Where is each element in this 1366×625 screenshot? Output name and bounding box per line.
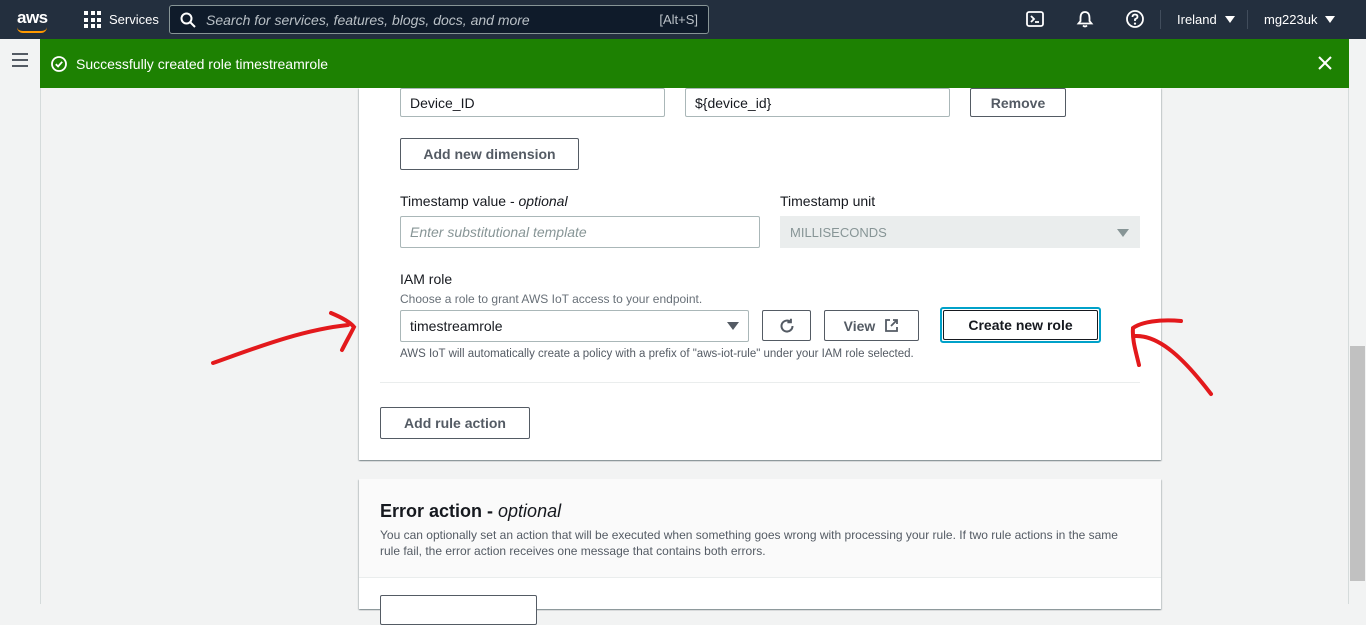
search-icon <box>180 12 196 28</box>
grid-icon <box>84 11 101 28</box>
add-rule-action-button[interactable]: Add rule action <box>380 407 530 439</box>
remove-dimension-button[interactable]: Remove <box>970 88 1066 117</box>
iam-role-select[interactable]: timestreamrole <box>400 310 749 342</box>
iam-role-label: IAM role <box>400 271 453 287</box>
error-action-header: Error action - optional You can optional… <box>359 479 1161 578</box>
chevron-down-icon <box>727 322 739 330</box>
aws-logo-smile <box>17 27 47 33</box>
aws-logo[interactable]: aws <box>17 8 48 28</box>
account-menu[interactable]: mg223uk <box>1264 12 1336 27</box>
top-navigation: aws Services Search for services, featur… <box>0 0 1366 39</box>
close-icon[interactable] <box>1316 54 1334 72</box>
annotation-arrow-left <box>211 323 350 365</box>
cloudshell-icon[interactable] <box>1025 9 1045 29</box>
add-new-dimension-button[interactable]: Add new dimension <box>400 138 579 170</box>
hamburger-menu-icon[interactable] <box>12 53 28 67</box>
error-action-title: Error action - optional <box>380 501 562 521</box>
external-link-icon <box>885 319 899 332</box>
search-shortcut: [Alt+S] <box>659 12 698 27</box>
rule-action-card: Device_ID ${device_id} Remove Add new di… <box>359 88 1161 460</box>
refresh-roles-button[interactable] <box>762 310 811 341</box>
timestamp-value-label: Timestamp value - optional <box>400 193 568 209</box>
nav-divider <box>1247 10 1248 29</box>
flash-message: Successfully created role timestreamrole <box>76 55 329 72</box>
iam-role-note: AWS IoT will automatically create a poli… <box>400 348 914 360</box>
timestamp-unit-label: Timestamp unit <box>780 193 876 209</box>
search-placeholder: Search for services, features, blogs, do… <box>206 11 530 28</box>
region-label: Ireland <box>1177 12 1217 27</box>
error-action-description: You can optionally set an action that wi… <box>380 528 1118 558</box>
success-flashbar: Successfully created role timestreamrole <box>40 39 1349 88</box>
caret-down-icon <box>1325 16 1336 23</box>
refresh-icon <box>780 318 794 333</box>
content-border-left <box>40 39 41 604</box>
iam-role-value: timestreamrole <box>410 318 503 334</box>
scrollbar-thumb[interactable] <box>1350 346 1365 581</box>
success-check-icon <box>51 55 67 72</box>
create-new-role-button[interactable]: Create new role <box>943 310 1098 340</box>
help-icon[interactable] <box>1125 9 1145 29</box>
chevron-down-icon <box>1117 229 1129 237</box>
services-menu-button[interactable]: Services <box>84 11 159 28</box>
view-role-button[interactable]: View <box>824 310 919 341</box>
bell-icon[interactable] <box>1075 9 1095 29</box>
view-role-label: View <box>843 317 876 334</box>
dimension-value-input[interactable]: ${device_id} <box>685 88 950 117</box>
iam-role-description: Choose a role to grant AWS IoT access to… <box>400 292 703 306</box>
add-error-action-button[interactable] <box>380 595 537 625</box>
annotation-arrowhead-left <box>329 311 357 352</box>
divider <box>380 382 1140 383</box>
timestamp-value-input[interactable]: Enter substitutional template <box>400 216 760 248</box>
dimension-name-input[interactable]: Device_ID <box>400 88 665 117</box>
timestamp-unit-select: MILLISECONDS <box>780 216 1140 248</box>
account-label: mg223uk <box>1264 12 1318 27</box>
search-input[interactable]: Search for services, features, blogs, do… <box>169 5 709 34</box>
services-label: Services <box>109 12 159 27</box>
timestamp-unit-value: MILLISECONDS <box>790 224 887 240</box>
caret-down-icon <box>1224 16 1235 23</box>
error-action-card: Error action - optional You can optional… <box>359 479 1161 625</box>
nav-divider <box>1160 10 1161 29</box>
region-selector[interactable]: Ireland <box>1177 12 1235 27</box>
